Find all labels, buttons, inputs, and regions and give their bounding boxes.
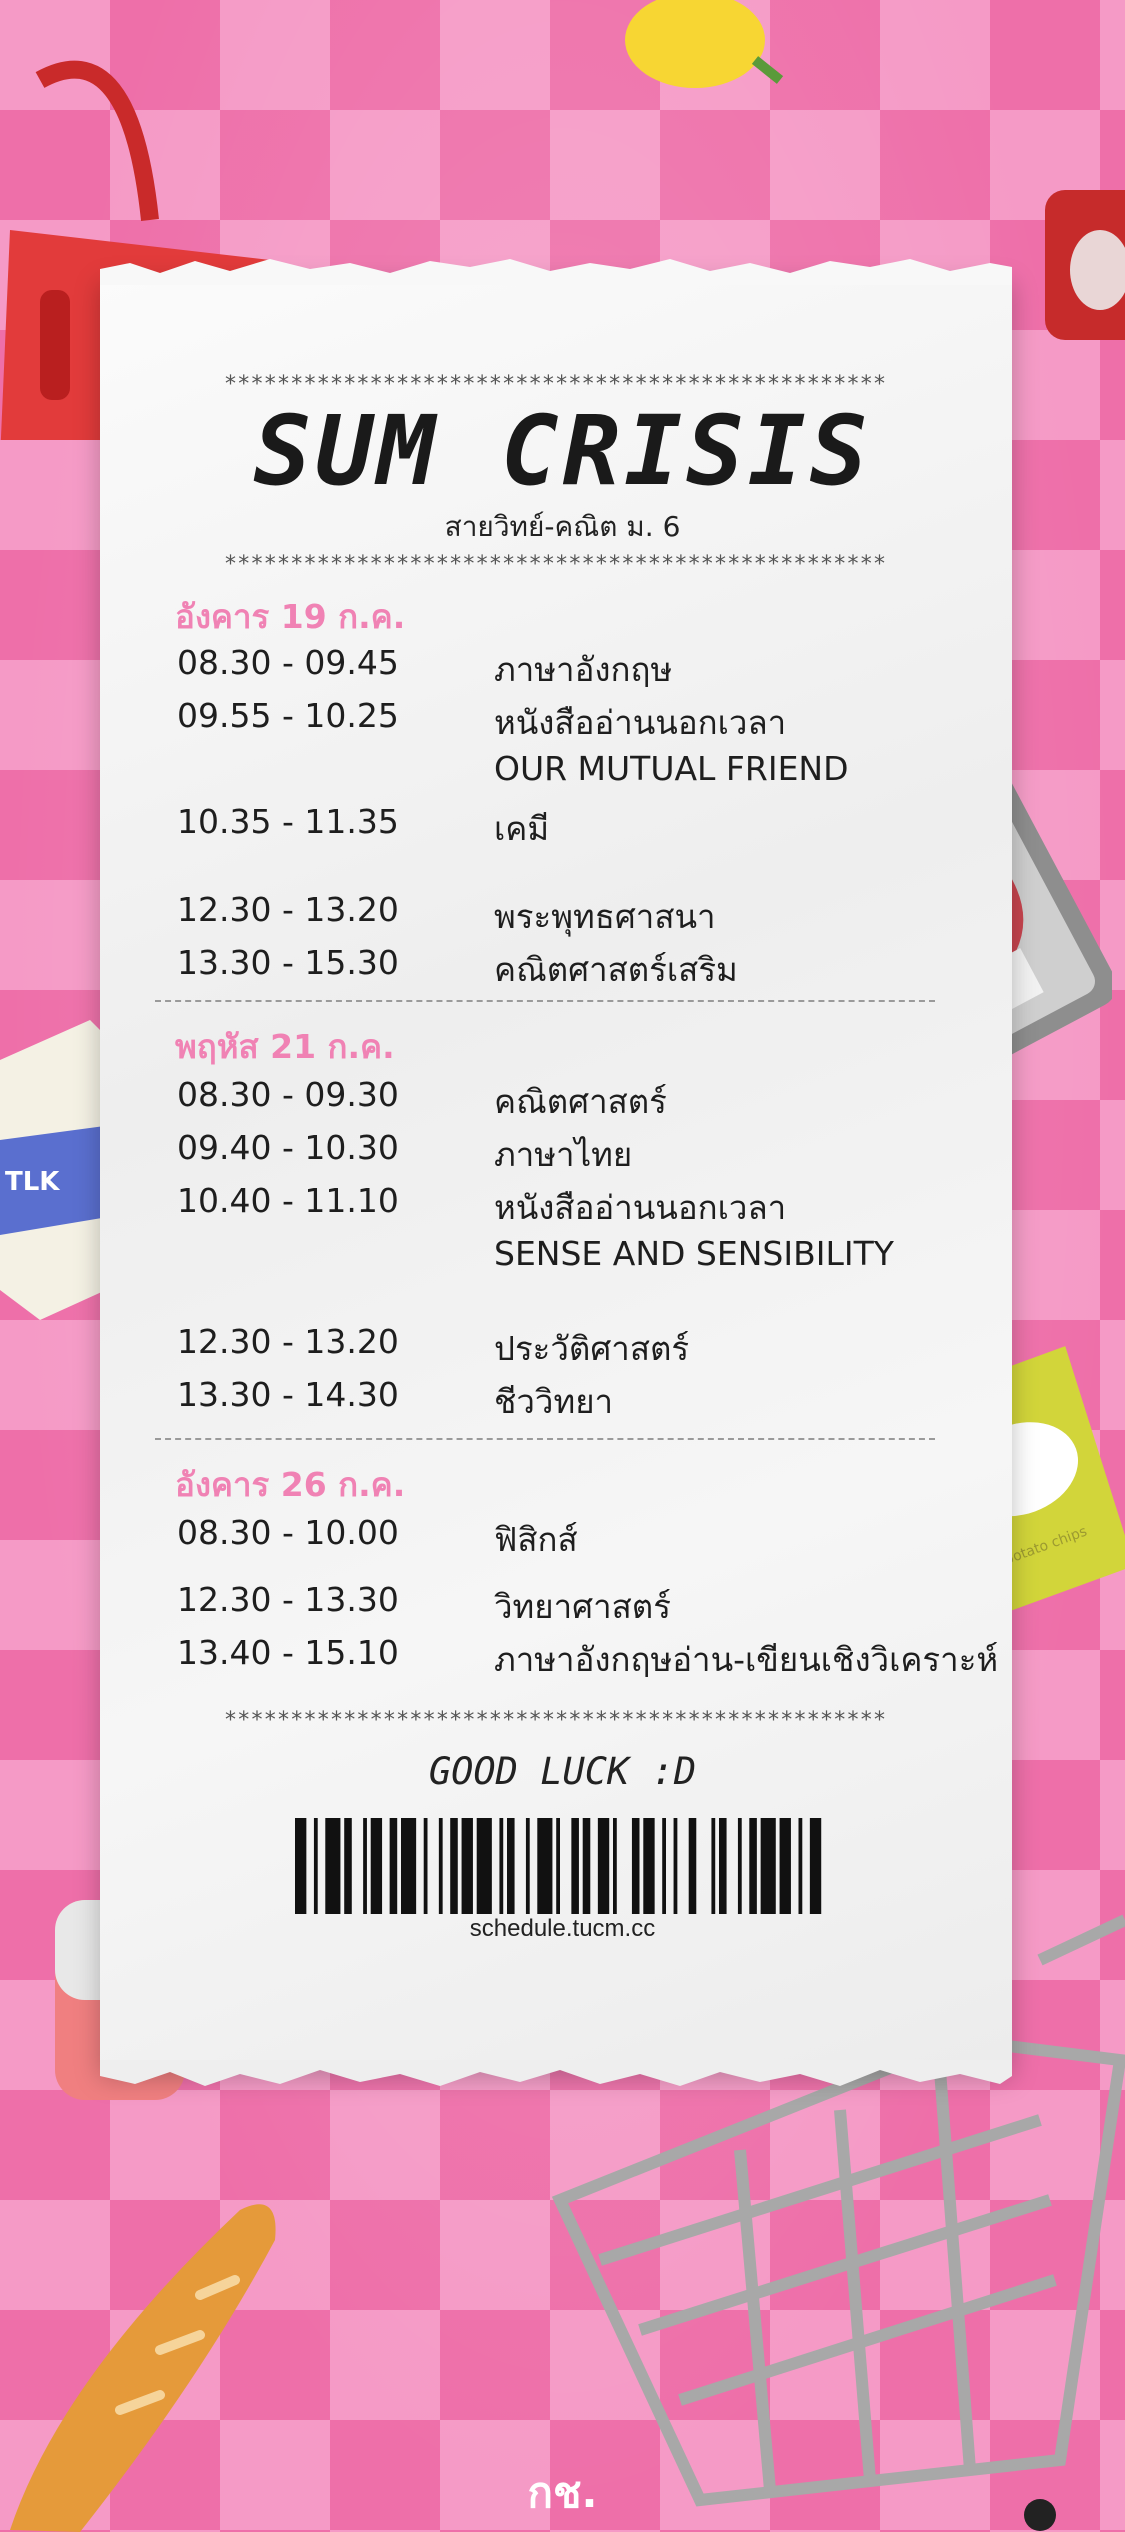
barcode-bar xyxy=(423,1818,428,1914)
barcode-bar xyxy=(476,1818,492,1914)
subject: ภาษาอังกฤษ xyxy=(494,650,673,689)
barcode-bar xyxy=(389,1818,398,1914)
subject: พระพุทธศาสนา xyxy=(494,897,716,936)
barcode-bar xyxy=(749,1818,757,1914)
barcode-bar xyxy=(798,1818,803,1914)
time-slot: 08.30 - 09.30 xyxy=(177,1075,399,1114)
barcode-bar xyxy=(613,1818,617,1914)
lemon-icon xyxy=(625,0,784,88)
can-icon xyxy=(1045,190,1125,340)
subject: หนังสืออ่านนอกเวลา xyxy=(494,703,787,742)
subject: วิทยาศาสตร์ xyxy=(494,1587,671,1626)
subject: ฟิสิกส์ xyxy=(494,1520,578,1559)
subject: หนังสืออ่านนอกเวลา xyxy=(494,1188,787,1227)
barcode-bar xyxy=(556,1818,560,1914)
barcode-bar xyxy=(401,1818,417,1914)
barcode-bar xyxy=(344,1818,352,1914)
time-slot: 12.30 - 13.30 xyxy=(177,1580,399,1619)
star-divider: ****************************************… xyxy=(223,1708,887,1733)
subject: คณิตศาสตร์ xyxy=(494,1082,667,1121)
barcode-bar xyxy=(461,1818,473,1914)
barcode-bar xyxy=(779,1818,791,1914)
time-slot: 08.30 - 09.45 xyxy=(177,643,399,682)
barcode-bar xyxy=(295,1818,307,1914)
time-slot: 13.40 - 15.10 xyxy=(177,1633,399,1672)
barcode-bar xyxy=(688,1818,697,1914)
page-subtitle: สายวิทย์-คณิต ม. 6 xyxy=(444,510,681,543)
barcode-bar xyxy=(370,1818,383,1914)
time-slot: 13.30 - 15.30 xyxy=(177,943,399,982)
barcode-bar xyxy=(631,1818,640,1914)
milk-carton-label: TLK xyxy=(5,1167,60,1197)
barcode-bar xyxy=(673,1818,678,1914)
book-title: SENSE AND SENSIBILITY xyxy=(494,1234,894,1273)
day-heading: อังคาร 26 ก.ค. xyxy=(175,1465,406,1504)
dashed-divider xyxy=(155,1438,935,1440)
barcode-bar xyxy=(737,1818,742,1914)
dashed-divider xyxy=(155,1000,935,1002)
time-slot: 09.55 - 10.25 xyxy=(177,696,399,735)
subject: คณิตศาสตร์เสริม xyxy=(494,950,738,989)
star-divider: ****************************************… xyxy=(223,372,887,397)
page-title: SUM CRISIS xyxy=(253,395,872,507)
good-luck-message: GOOD LUCK :D xyxy=(428,1750,697,1793)
subject: ชีววิทยา xyxy=(494,1382,614,1421)
subject: ภาษาไทย xyxy=(494,1135,633,1174)
barcode-bar xyxy=(662,1818,666,1914)
subject: เคมี xyxy=(494,809,550,848)
barcode-bar xyxy=(643,1818,655,1914)
barcode-bar xyxy=(450,1818,458,1914)
day-heading: อังคาร 19 ก.ค. xyxy=(175,597,406,636)
time-slot: 12.30 - 13.20 xyxy=(177,890,399,929)
barcode-bar xyxy=(760,1818,776,1914)
barcode-bar xyxy=(499,1818,504,1914)
time-slot: 08.30 - 10.00 xyxy=(177,1513,399,1552)
day-heading: พฤหัส 21 ก.ค. xyxy=(175,1027,395,1066)
barcode-bar xyxy=(363,1818,367,1914)
book-title: OUR MUTUAL FRIEND xyxy=(494,749,849,788)
time-slot: 10.35 - 11.35 xyxy=(177,802,399,841)
barcode-bar xyxy=(719,1818,727,1914)
star-divider: ****************************************… xyxy=(223,552,887,577)
barcode-bar xyxy=(711,1818,716,1914)
subject: ภาษาอังกฤษอ่าน-เขียนเชิงวิเคราะห์ xyxy=(494,1640,999,1679)
barcode-icon xyxy=(295,1818,822,1914)
barcode-bar xyxy=(438,1818,443,1914)
time-slot: 13.30 - 14.30 xyxy=(177,1375,399,1414)
barcode-bar xyxy=(325,1818,341,1914)
barcode-bar xyxy=(597,1818,610,1914)
barcode-bar xyxy=(313,1818,318,1914)
barcode-bar xyxy=(809,1818,822,1914)
time-slot: 09.40 - 10.30 xyxy=(177,1128,399,1167)
schedule-url: schedule.tucm.cc xyxy=(469,1915,656,1942)
barcode-bar xyxy=(525,1818,530,1914)
barcode-bar xyxy=(582,1818,591,1914)
barcode-bar xyxy=(507,1818,515,1914)
subject: ประวัติศาสตร์ xyxy=(494,1329,690,1368)
footer-signature: กช. xyxy=(527,2468,598,2517)
time-slot: 12.30 - 13.20 xyxy=(177,1322,399,1361)
barcode-bar xyxy=(537,1818,553,1914)
time-slot: 10.40 - 11.10 xyxy=(177,1181,399,1220)
barcode-bar xyxy=(571,1818,579,1914)
